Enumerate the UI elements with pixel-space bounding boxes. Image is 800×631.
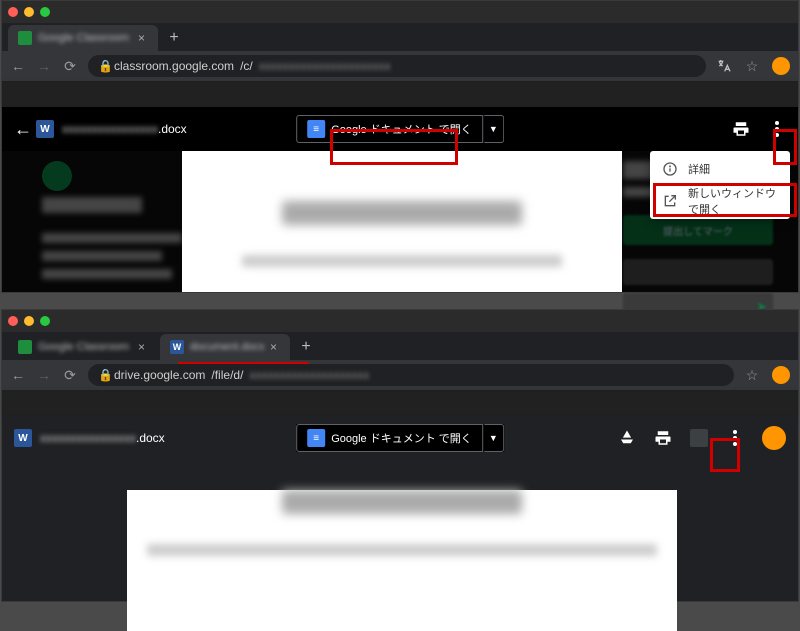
word-file-icon: W bbox=[170, 340, 184, 354]
omnibox[interactable]: 🔒 drive.google.com/file/d/xxxxxxxxxxxxxx… bbox=[88, 364, 734, 386]
minimize-window-button[interactable] bbox=[24, 316, 34, 326]
reload-icon[interactable]: ⟳ bbox=[62, 367, 78, 383]
maximize-window-button[interactable] bbox=[40, 316, 50, 326]
url-path: /c/ bbox=[240, 59, 253, 73]
menu-open-new-window-label: 新しいウィンドウで開く bbox=[688, 185, 778, 217]
close-window-button[interactable] bbox=[8, 316, 18, 326]
google-docs-icon: ≡ bbox=[307, 429, 325, 447]
window-titlebar bbox=[2, 310, 798, 332]
url-path: /file/d/ bbox=[211, 368, 243, 382]
back-icon[interactable]: ← bbox=[10, 58, 26, 74]
open-with-google-docs-button[interactable]: ≡ Google ドキュメント で開く bbox=[296, 115, 483, 143]
drive-viewer-toolbar: W xxxxxxxxxxxxxxxx.docx ≡ Google ドキュメント … bbox=[2, 416, 798, 460]
more-options-icon[interactable] bbox=[768, 120, 786, 138]
tab-label: Google Classroom bbox=[38, 341, 132, 353]
back-icon[interactable]: ← bbox=[10, 367, 26, 383]
attachment-card[interactable] bbox=[623, 259, 773, 285]
open-with-label: Google ドキュメント で開く bbox=[331, 430, 472, 446]
lock-icon: 🔒 bbox=[98, 59, 108, 73]
reload-icon[interactable]: ⟳ bbox=[62, 58, 78, 74]
star-icon[interactable]: ☆ bbox=[744, 58, 760, 74]
classroom-favicon bbox=[18, 340, 32, 354]
forward-icon[interactable]: → bbox=[36, 367, 52, 383]
open-with-dropdown-icon[interactable]: ▼ bbox=[484, 424, 504, 452]
tab-strip: Google Classroom × W document.docx × + bbox=[2, 332, 798, 360]
open-with-label: Google ドキュメント で開く bbox=[331, 121, 472, 137]
open-with-google-docs-button[interactable]: ≡ Google ドキュメント で開く bbox=[296, 424, 483, 452]
viewer-back-icon[interactable]: ← bbox=[14, 119, 36, 140]
assignment-title-blurred bbox=[42, 197, 142, 213]
add-to-drive-icon[interactable] bbox=[618, 429, 636, 447]
open-with-dropdown-icon[interactable]: ▼ bbox=[484, 115, 504, 143]
translate-icon[interactable] bbox=[716, 58, 732, 74]
more-options-icon[interactable] bbox=[726, 429, 744, 447]
url-host: drive.google.com bbox=[114, 368, 205, 382]
tab-strip: Google Classroom × + bbox=[2, 23, 798, 51]
assignment-icon bbox=[42, 161, 72, 191]
avatar[interactable] bbox=[772, 57, 790, 75]
menu-open-new-window[interactable]: 新しいウィンドウで開く bbox=[650, 185, 790, 217]
drive-avatar[interactable] bbox=[762, 426, 786, 450]
address-bar: ← → ⟳ 🔒 classroom.google.com/c/xxxxxxxxx… bbox=[2, 51, 798, 81]
more-options-menu: 詳細 新しいウィンドウで開く bbox=[650, 151, 790, 219]
file-viewer-toolbar: ← W xxxxxxxxxxxxxxxx.docx ≡ Google ドキュメン… bbox=[2, 107, 798, 151]
avatar[interactable] bbox=[772, 366, 790, 384]
traffic-lights bbox=[8, 7, 50, 17]
close-tab-icon[interactable]: × bbox=[138, 31, 148, 45]
open-with-control: ≡ Google ドキュメント で開く ▼ bbox=[296, 424, 504, 452]
tab-label: document.docx bbox=[190, 341, 264, 353]
minimize-window-button[interactable] bbox=[24, 7, 34, 17]
document-page bbox=[182, 151, 622, 292]
print-icon[interactable] bbox=[654, 429, 672, 447]
browser-window-bottom: Google Classroom × W document.docx × + ←… bbox=[1, 309, 799, 602]
document-filename: xxxxxxxxxxxxxxxx.docx bbox=[40, 431, 165, 445]
open-with-control: ≡ Google ドキュメント で開く ▼ bbox=[296, 115, 504, 143]
download-icon[interactable] bbox=[690, 429, 708, 447]
new-tab-button[interactable]: + bbox=[164, 28, 184, 48]
bookmarks-bar bbox=[2, 390, 798, 416]
mark-button[interactable]: 提出してマーク bbox=[623, 215, 773, 245]
classroom-favicon bbox=[18, 31, 32, 45]
menu-details[interactable]: 詳細 bbox=[650, 153, 790, 185]
star-icon[interactable]: ☆ bbox=[744, 367, 760, 383]
lock-icon: 🔒 bbox=[98, 368, 108, 382]
url-tail-blurred: xxxxxxxxxxxxxxxxxxxx bbox=[249, 368, 369, 382]
new-tab-button[interactable]: + bbox=[296, 337, 316, 357]
traffic-lights bbox=[8, 316, 50, 326]
url-host: classroom.google.com bbox=[114, 59, 234, 73]
url-tail-blurred: xxxxxxxxxxxxxxxxxxxxxx bbox=[259, 59, 391, 73]
google-docs-icon: ≡ bbox=[307, 120, 325, 138]
menu-details-label: 詳細 bbox=[688, 161, 710, 177]
omnibox[interactable]: 🔒 classroom.google.com/c/xxxxxxxxxxxxxxx… bbox=[88, 55, 706, 77]
print-icon[interactable] bbox=[732, 120, 750, 138]
open-external-icon bbox=[662, 193, 678, 209]
address-bar: ← → ⟳ 🔒 drive.google.com/file/d/xxxxxxxx… bbox=[2, 360, 798, 390]
maximize-window-button[interactable] bbox=[40, 7, 50, 17]
close-tab-icon[interactable]: × bbox=[138, 340, 148, 354]
browser-tab-drive[interactable]: W document.docx × bbox=[160, 334, 290, 360]
browser-tab[interactable]: Google Classroom × bbox=[8, 25, 158, 51]
tab-label: Google Classroom bbox=[38, 32, 132, 44]
word-file-icon: W bbox=[36, 120, 54, 138]
close-window-button[interactable] bbox=[8, 7, 18, 17]
bookmarks-bar bbox=[2, 81, 798, 107]
browser-tab-classroom[interactable]: Google Classroom × bbox=[8, 334, 158, 360]
browser-window-top: Google Classroom × + ← → ⟳ 🔒 classroom.g… bbox=[1, 0, 799, 293]
document-filename: xxxxxxxxxxxxxxxx.docx bbox=[62, 122, 187, 136]
file-preview-area bbox=[2, 460, 798, 601]
window-titlebar bbox=[2, 1, 798, 23]
info-icon bbox=[662, 161, 678, 177]
word-file-icon: W bbox=[14, 429, 32, 447]
close-tab-icon[interactable]: × bbox=[270, 340, 280, 354]
forward-icon[interactable]: → bbox=[36, 58, 52, 74]
